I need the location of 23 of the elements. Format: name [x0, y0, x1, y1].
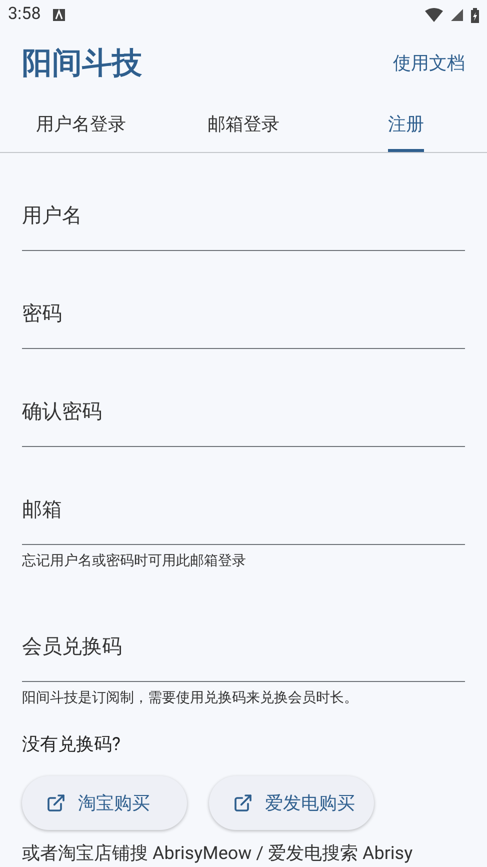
battery-icon	[471, 8, 479, 23]
external-link-icon	[233, 793, 253, 813]
notification-icon	[52, 9, 65, 22]
text-field[interactable]: 用户名	[22, 179, 465, 251]
app-title: 阳间斗技	[22, 45, 142, 84]
footer-note: 或者淘宝店铺搜 AbrisyMeow / 爱发电搜索 Abrisy	[22, 842, 414, 866]
status-time: 3:58	[8, 3, 41, 26]
text-field[interactable]: 会员兑换码	[22, 610, 465, 682]
tab[interactable]: 用户名登录	[36, 97, 126, 152]
text-field[interactable]: 确认密码	[22, 375, 465, 447]
tab[interactable]: 注册	[388, 97, 424, 152]
buy-button[interactable]: 淘宝购买	[22, 776, 187, 830]
tab[interactable]: 邮箱登录	[207, 97, 280, 152]
external-link-icon	[46, 793, 66, 813]
docs-link[interactable]: 使用文档	[393, 50, 465, 78]
helper-text: 阳间斗技是订阅制，需要使用兑换码来兑换会员时长。	[22, 689, 359, 708]
signal-icon	[451, 9, 463, 22]
wifi-icon	[425, 8, 443, 22]
text-field[interactable]: 密码	[22, 277, 465, 349]
no-code-heading: 没有兑换码?	[22, 733, 122, 757]
text-field[interactable]: 邮箱	[22, 473, 465, 545]
buy-button[interactable]: 爱发电购买	[209, 776, 374, 830]
helper-text: 忘记用户名或密码时可用此邮箱登录	[22, 552, 247, 571]
